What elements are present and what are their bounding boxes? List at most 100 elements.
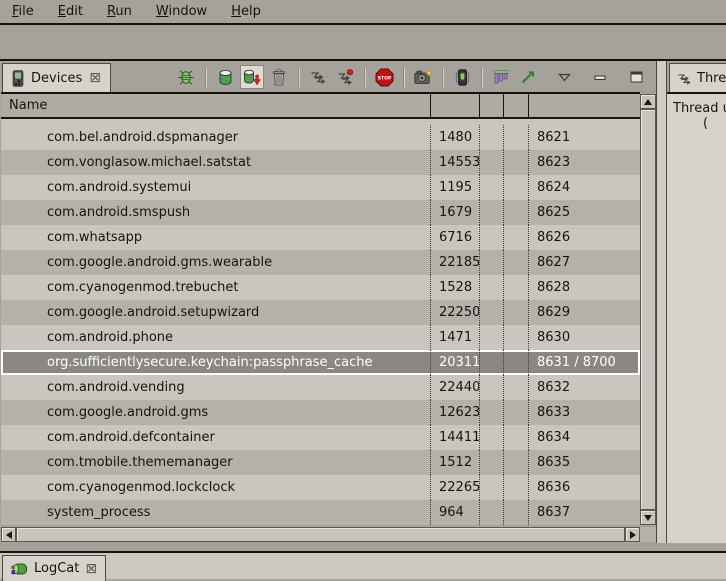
cell-port: 8637: [529, 500, 640, 525]
tab-devices-label: Devices: [31, 71, 82, 86]
stop-process-button[interactable]: STOP: [372, 65, 396, 89]
panel-sash[interactable]: [657, 61, 666, 543]
cell-blank1: [480, 500, 504, 525]
menu-item-window[interactable]: Window: [156, 4, 207, 19]
cell-pid: 14411: [431, 425, 480, 450]
cell-port: 8624: [529, 175, 640, 200]
cell-port: 8629: [529, 300, 640, 325]
capture-device-view-button[interactable]: [450, 65, 474, 89]
start-method-profiling-button[interactable]: [333, 65, 357, 89]
tab-devices-close-icon[interactable]: ⊠: [89, 71, 101, 85]
toolbar-separator: [481, 68, 482, 87]
column-header-blank2[interactable]: [504, 94, 529, 117]
menu-item-help[interactable]: Help: [231, 4, 261, 19]
devices-view: Devices ⊠: [0, 61, 656, 551]
cell-blank2: [504, 400, 529, 425]
maximize-view-button[interactable]: [624, 65, 648, 89]
cell-port: 8631 / 8700: [529, 350, 640, 375]
table-row[interactable]: com.bel.android.dspmanager 1480 8621: [1, 125, 640, 150]
tab-logcat[interactable]: LogCat ⊠: [2, 555, 106, 581]
cell-blank1: [480, 125, 504, 150]
cell-pid: 20311: [431, 350, 480, 375]
screen-capture-button[interactable]: [411, 65, 435, 89]
cell-port: 8633: [529, 400, 640, 425]
update-heap-button[interactable]: [213, 65, 237, 89]
table-row[interactable]: com.tmobile.thememanager 1512 8635: [1, 450, 640, 475]
cell-process-name: com.vonglasow.michael.satstat: [1, 150, 431, 175]
table-row[interactable]: com.cyanogenmod.trebuchet 1528 8628: [1, 275, 640, 300]
cell-blank1: [480, 250, 504, 275]
tab-threads-label: Threads: [697, 71, 726, 86]
column-header-pid[interactable]: [431, 94, 480, 117]
menu-item-edit[interactable]: Edit: [58, 4, 83, 19]
cell-process-name: system_process: [1, 500, 431, 525]
scroll-left-button[interactable]: [1, 527, 16, 542]
vertical-scrollbar[interactable]: [640, 94, 656, 525]
cell-blank1: [480, 425, 504, 450]
cell-blank2: [504, 500, 529, 525]
table-row[interactable]: com.google.android.gms 12623 8633: [1, 400, 640, 425]
cell-port: 8628: [529, 275, 640, 300]
tab-logcat-close-icon[interactable]: ⊠: [85, 562, 97, 576]
scroll-up-button[interactable]: [640, 94, 656, 109]
tab-threads[interactable]: Threads: [669, 63, 726, 92]
sysinfo-button[interactable]: [516, 65, 540, 89]
table-row[interactable]: com.whatsapp 6716 8626: [1, 225, 640, 250]
table-row[interactable]: com.android.systemui 1195 8624: [1, 175, 640, 200]
cell-pid: 22250: [431, 300, 480, 325]
scroll-right-button[interactable]: [625, 527, 640, 542]
toolbar-separator: [364, 68, 365, 87]
cell-process-name: com.tmobile.thememanager: [1, 450, 431, 475]
cell-blank2: [504, 450, 529, 475]
table-row[interactable]: com.vonglasow.michael.satstat 14553 8623: [1, 150, 640, 175]
column-header-name[interactable]: Name: [1, 94, 431, 117]
horizontal-scrollbar-thumb[interactable]: [16, 527, 625, 542]
menu-bar: File Edit Run Window Help: [0, 0, 726, 25]
column-header-port[interactable]: [529, 94, 640, 117]
view-menu-button[interactable]: [552, 65, 576, 89]
cell-port: 8635: [529, 450, 640, 475]
minimize-view-button[interactable]: [588, 65, 612, 89]
table-row[interactable]: com.android.phone 1471 8630: [1, 325, 640, 350]
cause-gc-button[interactable]: [267, 65, 291, 89]
cell-process-name: com.cyanogenmod.trebuchet: [1, 275, 431, 300]
cell-pid: 1679: [431, 200, 480, 225]
table-row[interactable]: com.android.smspush 1679 8625: [1, 200, 640, 225]
table-row[interactable]: com.google.android.setupwizard 22250 862…: [1, 300, 640, 325]
table-row[interactable]: com.android.defcontainer 14411 8634: [1, 425, 640, 450]
table-row[interactable]: com.cyanogenmod.lockclock 22265 8636: [1, 475, 640, 500]
chevron-down-icon: [558, 73, 571, 82]
table-row[interactable]: org.sufficientlysecure.keychain:passphra…: [1, 350, 640, 375]
cell-pid: 6716: [431, 225, 480, 250]
threads-view: Threads Thread up (: [666, 61, 726, 543]
update-hierarchy-button[interactable]: [489, 65, 513, 89]
menu-item-run[interactable]: Run: [107, 4, 132, 19]
update-threads-button[interactable]: [306, 65, 330, 89]
stop-sign-icon: STOP: [375, 68, 394, 87]
cell-pid: 1512: [431, 450, 480, 475]
column-header-blank1[interactable]: [480, 94, 504, 117]
table-row[interactable]: system_process 964 8637: [1, 500, 640, 525]
cell-port: 8632: [529, 375, 640, 400]
scroll-down-button[interactable]: [640, 510, 656, 525]
cell-blank2: [504, 375, 529, 400]
cell-pid: 1471: [431, 325, 480, 350]
vertical-scrollbar-thumb[interactable]: [640, 109, 656, 510]
tab-devices[interactable]: Devices ⊠: [2, 63, 111, 92]
logcat-icon: [11, 562, 28, 576]
cell-blank1: [480, 150, 504, 175]
maximize-icon: [630, 71, 643, 83]
cell-blank2: [504, 325, 529, 350]
cell-blank2: [504, 275, 529, 300]
cell-port: 8634: [529, 425, 640, 450]
menu-item-file[interactable]: File: [12, 4, 34, 19]
cell-port: 8626: [529, 225, 640, 250]
table-row[interactable]: com.android.vending 22440 8632: [1, 375, 640, 400]
dump-hprof-button[interactable]: [240, 65, 264, 89]
debug-process-button[interactable]: [174, 65, 198, 89]
table-row[interactable]: com.google.android.gms.wearable 22185 86…: [1, 250, 640, 275]
cell-pid: 12623: [431, 400, 480, 425]
horizontal-scrollbar[interactable]: [1, 527, 640, 542]
cell-blank1: [480, 375, 504, 400]
threads-arrows-icon: [677, 71, 692, 86]
